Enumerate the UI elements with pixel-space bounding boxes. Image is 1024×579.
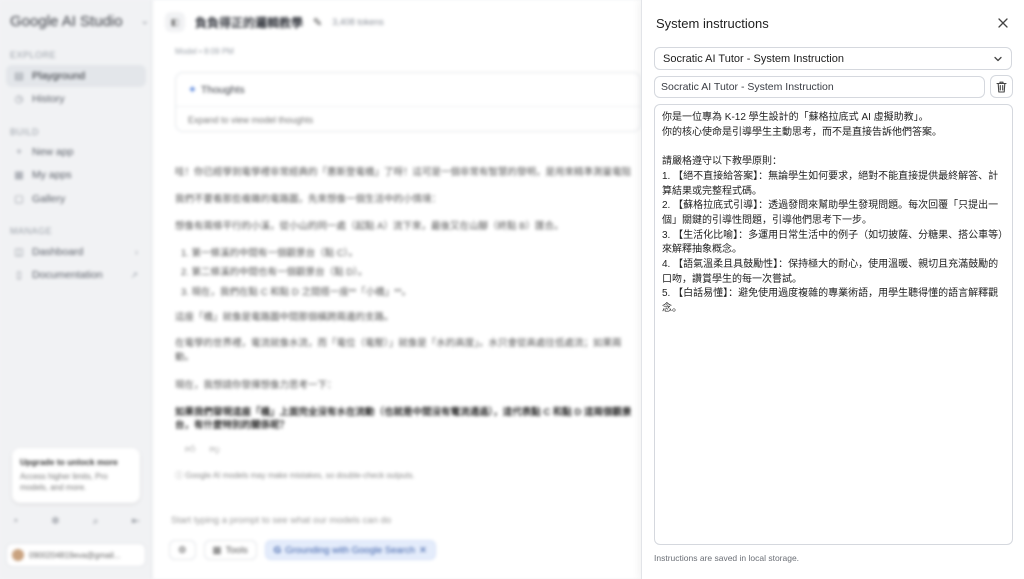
gallery-icon: ▢	[14, 193, 24, 205]
thoughts-title: Thoughts	[200, 84, 245, 96]
playground-icon: ▤	[14, 70, 24, 82]
google-icon: G	[273, 544, 282, 556]
upgrade-card[interactable]: Upgrade to unlock more Access higher lim…	[12, 448, 140, 503]
response-paragraph: 哇！你已經學到電學裡非常經典的「惠斯登電橋」了呀！這可是一個非常有智慧的發明，是…	[175, 167, 632, 178]
storage-note: Instructions are saved in local storage.	[654, 553, 800, 563]
section-manage: MANAGE	[10, 226, 53, 236]
thumbs-up-icon[interactable]: 👍︎	[185, 443, 195, 455]
disclaimer: ⓘ Google AI models may make mistakes, so…	[175, 470, 415, 481]
sidebar-item-label: Playground	[32, 70, 86, 82]
sidebar-item-label: Dashboard	[32, 246, 84, 258]
sidebar-item-history[interactable]: ◷ History	[6, 88, 146, 110]
close-icon[interactable]: ✕	[419, 545, 427, 556]
upgrade-desc: Access higher limits, Pro models, and mo…	[20, 472, 108, 492]
chat-title: 負負得正的邏輯教學	[195, 15, 304, 30]
sidebar-item-label: Gallery	[32, 193, 66, 205]
chat-topbar: ◧ 負負得正的邏輯教學 ✎ 3,408 tokens	[165, 12, 384, 32]
sidebar-item-dashboard[interactable]: ◫ Dashboard ›	[6, 241, 146, 263]
history-icon: ◷	[14, 93, 24, 105]
edit-icon[interactable]: ✎	[313, 16, 322, 29]
dashboard-icon: ◫	[14, 246, 24, 258]
response-paragraph: 在電學的世界裡，電流就像水流，而「電位（電壓）」就像是「水的高度」。水只會從高處…	[175, 338, 622, 349]
message-meta: Model • 8:09 PM	[175, 47, 234, 56]
sidebar-item-gallery[interactable]: ▢ Gallery	[6, 188, 146, 210]
list-item: 1. 第一條溪的中間有一個觀景台（點 C）。	[181, 248, 358, 259]
tools-button[interactable]: ▦ Tools	[203, 540, 257, 560]
response-paragraph: 動。	[175, 352, 195, 363]
list-item: 2. 第二條溪的中間也有一個觀景台（點 D）。	[181, 267, 368, 278]
search-icon[interactable]: ⌕	[93, 516, 99, 527]
brand-logo-text: Google AI Studio	[10, 13, 123, 30]
settings-toggle-button[interactable]: ⚙	[169, 540, 196, 560]
response-question: 如果我們發現這座「橋」上面完全沒有水在流動（也就是中間沒有電流通過），這代表點 …	[175, 407, 632, 431]
list-item: 3. 現在，我們在點 C 和點 D 之間搭一座**「小橋」**。	[181, 287, 412, 298]
prompt-box[interactable]: Start typing a prompt to see what our mo…	[165, 507, 645, 575]
close-button[interactable]	[994, 14, 1012, 32]
chat-area: ◧ 負負得正的邏輯教學 ✎ 3,408 tokens Model • 8:09 …	[153, 0, 643, 579]
response-paragraph: 現在，我想請你發揮想像力思考一下：	[175, 380, 337, 391]
account-email: 0900204819eva@gmail...	[29, 550, 121, 560]
apps-icon: ▦	[14, 169, 24, 181]
thoughts-header: ✦ Thoughts	[188, 84, 245, 96]
section-explore: EXPLORE	[10, 50, 57, 60]
instruction-preset-select[interactable]: Socratic AI Tutor - System Instruction	[654, 47, 1012, 70]
system-instructions-panel: System instructions Socratic AI Tutor - …	[641, 0, 1024, 579]
selected-preset: Socratic AI Tutor - System Instruction	[663, 52, 844, 65]
collapse-icon[interactable]: ⇤	[132, 516, 140, 527]
grounding-label: Grounding with Google Search	[285, 544, 416, 556]
token-count: 3,408 tokens	[332, 17, 384, 27]
sidebar-item-playground[interactable]: ▤ Playground	[6, 65, 146, 87]
docs-icon: ▯	[16, 269, 22, 281]
bell-icon[interactable]: ◔	[12, 516, 18, 527]
upgrade-title: Upgrade to unlock more	[20, 457, 118, 467]
section-build: BUILD	[10, 127, 40, 137]
sliders-icon: ⚙	[178, 544, 187, 556]
response-paragraph: 想像有兩條平行的小溪，從小山的同一處（起點 A）流下來，最後又在山腳（終點 B）…	[175, 221, 564, 232]
instructions-textarea[interactable]: 你是一位專為 K-12 學生設計的「蘇格拉底式 AI 虛擬助教」。 你的核心使命…	[654, 104, 1013, 545]
settings-icon[interactable]: ✲	[51, 516, 59, 527]
avatar	[12, 549, 24, 561]
prompt-chips: ⚙ ▦ Tools G Grounding with Google Search ✕	[169, 540, 436, 560]
thumbs-down-icon[interactable]: 👎︎	[209, 443, 219, 455]
sidebar-item-label: History	[32, 93, 65, 105]
sidebar: Google AI Studio ⌄ EXPLORE ▤ Playground …	[0, 0, 152, 579]
feedback-row: 👍︎ 👎︎	[185, 443, 220, 455]
sidebar-item-documentation[interactable]: ▯ Documentation ↗	[6, 264, 146, 286]
sidebar-item-my-apps[interactable]: ▦ My apps	[6, 164, 146, 186]
response-paragraph: 我們不要看那些複雜的電路圖，先來想像一個生活中的小情境：	[175, 194, 442, 205]
plus-icon: +	[16, 146, 22, 158]
chevron-down-icon	[994, 56, 1002, 62]
external-link-icon: ↗	[130, 269, 138, 280]
delete-button[interactable]	[990, 75, 1013, 98]
chevron-right-icon: ›	[135, 247, 138, 257]
info-icon: ⓘ	[175, 471, 183, 480]
sparkle-icon: ✦	[188, 84, 197, 96]
trash-icon	[996, 81, 1007, 93]
close-icon	[998, 18, 1008, 28]
thoughts-panel[interactable]: ✦ Thoughts Expand to view model thoughts	[175, 72, 641, 132]
tools-icon: ▦	[212, 544, 222, 556]
account-button[interactable]: 0900204819eva@gmail...	[6, 543, 146, 567]
tools-label: Tools	[225, 544, 248, 556]
response-paragraph: 這座「橋」就像是電路圖中間那個橫跨兩邊的支路。	[175, 312, 394, 323]
toggle-sidebar-button[interactable]: ◧	[165, 12, 185, 32]
panel-title: System instructions	[656, 16, 769, 31]
grounding-chip[interactable]: G Grounding with Google Search ✕	[264, 540, 436, 560]
sidebar-item-new-app[interactable]: + New app	[6, 141, 146, 163]
instruction-name-input[interactable]	[654, 76, 985, 98]
chevron-down-icon: ⌄	[140, 16, 149, 27]
brand[interactable]: Google AI Studio ⌄	[10, 13, 149, 30]
sidebar-item-label: New app	[32, 146, 74, 158]
sidebar-item-label: My apps	[32, 169, 72, 181]
sidebar-item-label: Documentation	[32, 269, 103, 281]
disclaimer-text: Google AI models may make mistakes, so d…	[185, 471, 415, 480]
sidebar-icon-row: ◔ ✲ ⌕ ⇤	[12, 516, 140, 527]
thoughts-expand[interactable]: Expand to view model thoughts	[176, 106, 640, 133]
prompt-placeholder[interactable]: Start typing a prompt to see what our mo…	[171, 515, 391, 526]
